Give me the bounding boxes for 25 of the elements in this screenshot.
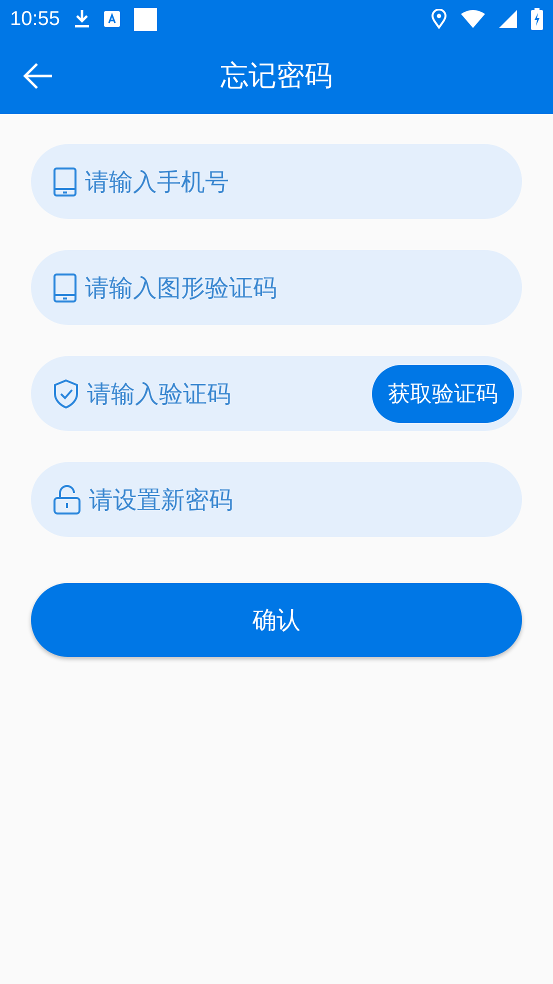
shield-check-icon [53, 378, 79, 408]
keyboard-a-icon [104, 11, 120, 27]
battery-icon [531, 8, 543, 30]
input-field[interactable]: 请输入手机号 [31, 144, 522, 219]
back-button[interactable] [22, 61, 54, 91]
text-input[interactable]: 请输入验证码 [87, 380, 364, 408]
back-arrow-icon [22, 61, 54, 91]
input-field[interactable]: 请设置新密码 [31, 462, 522, 537]
unlocked-padlock-icon [53, 484, 81, 514]
tablet-icon [53, 272, 77, 302]
text-input[interactable]: 请输入图形验证码 [85, 274, 514, 302]
square-icon [134, 8, 158, 30]
download-icon [74, 9, 90, 29]
text-input[interactable]: 请设置新密码 [89, 486, 514, 514]
page-title: 忘记密码 [220, 58, 332, 94]
wifi-icon [461, 10, 485, 28]
text-input[interactable]: 请输入手机号 [85, 168, 514, 196]
input-field[interactable]: 请输入图形验证码 [31, 250, 522, 325]
confirm-button[interactable]: 确认 [31, 583, 522, 657]
get-code-button[interactable]: 获取验证码 [372, 364, 514, 422]
status-time: 10:55 [10, 8, 60, 30]
location-icon [431, 9, 447, 29]
input-field[interactable]: 请输入验证码 获取验证码 [31, 356, 522, 431]
signal-icon [499, 10, 517, 28]
tablet-icon [53, 166, 77, 196]
